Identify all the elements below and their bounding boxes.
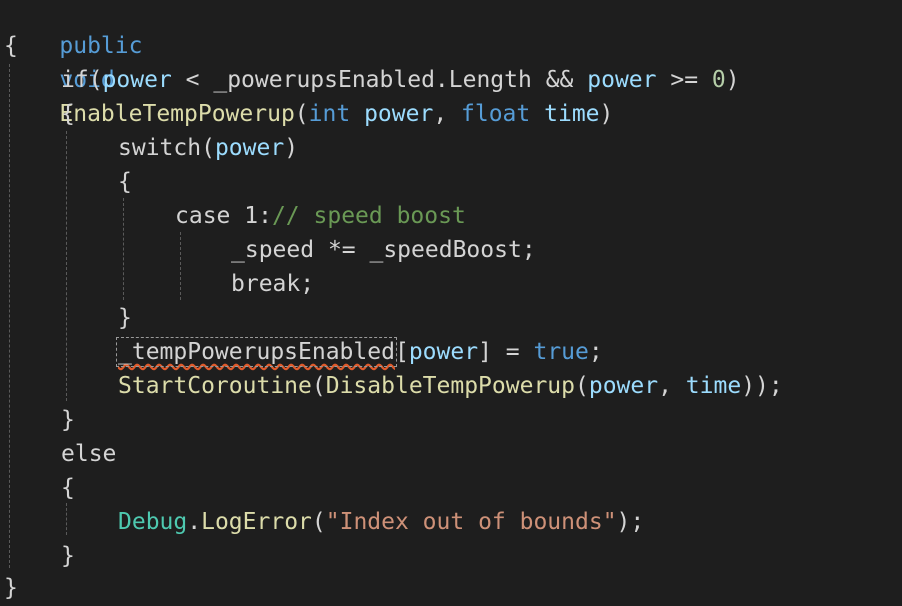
keyword: break: [231, 271, 301, 297]
brace: }: [61, 543, 75, 569]
operator: >=: [656, 67, 712, 93]
variable: _speed: [231, 237, 315, 263]
keyword: public: [59, 33, 143, 59]
code-line-11[interactable]: _tempPowerupsEnabled[power] = true;: [116, 335, 603, 369]
method-call: DisableTempPowerup: [325, 373, 575, 399]
variable: power: [588, 373, 659, 399]
code-line-7[interactable]: case 1:// speed boost: [175, 199, 466, 233]
code-line-16[interactable]: Debug.LogError("Index out of bounds");: [118, 505, 644, 539]
variable: power: [214, 135, 285, 161]
indent-guide: [66, 131, 67, 401]
number-literal: 1: [230, 203, 259, 229]
comment: // speed boost: [271, 203, 466, 229]
code-line-10[interactable]: }: [118, 301, 132, 335]
operator: *=: [314, 237, 370, 263]
indent-guide: [66, 503, 67, 535]
punctuation: ): [284, 135, 299, 161]
operator: =: [491, 339, 534, 365]
code-line-1[interactable]: public void EnableTempPowerup(int power,…: [4, 0, 613, 127]
punctuation: .: [187, 509, 202, 535]
indent-guide: [180, 232, 181, 300]
method-name: EnableTempPowerup: [59, 101, 295, 127]
brace: {: [118, 169, 132, 195]
operator: &&: [531, 67, 588, 93]
brace: }: [4, 575, 18, 601]
method-signature: EnableTempPowerup(int power, float time): [59, 101, 613, 127]
punctuation: ,: [433, 101, 462, 127]
type-name: Debug: [118, 509, 188, 535]
code-line-3[interactable]: if(power < _powerupsEnabled.Length && po…: [61, 63, 740, 97]
code-editor[interactable]: public void EnableTempPowerup(int power,…: [0, 0, 902, 606]
punctuation: (: [294, 101, 309, 127]
code-line-8[interactable]: _speed *= _speedBoost;: [231, 233, 536, 267]
operator: <: [171, 67, 214, 93]
brace: {: [4, 33, 18, 59]
code-line-9[interactable]: break;: [231, 267, 314, 301]
member-access: _powerupsEnabled.Length: [213, 67, 532, 93]
variable: time: [685, 373, 742, 399]
keyword: else: [61, 441, 117, 467]
brace: {: [61, 475, 75, 501]
code-line-14[interactable]: else: [61, 437, 116, 471]
punctuation: :: [258, 203, 272, 229]
variable: _speedBoost: [369, 237, 522, 263]
code-line-2[interactable]: {: [4, 29, 18, 63]
indent-guide: [123, 198, 124, 300]
code-line-17[interactable]: }: [61, 539, 75, 573]
keyword: float: [461, 101, 531, 127]
code-line-5[interactable]: switch(power): [118, 131, 298, 165]
punctuation: ): [725, 67, 740, 93]
code-line-15[interactable]: {: [61, 471, 75, 505]
brace: {: [61, 101, 75, 127]
code-line-12[interactable]: StartCoroutine(DisableTempPowerup(power,…: [118, 369, 783, 403]
error-token[interactable]: _tempPowerupsEnabled: [116, 337, 397, 367]
punctuation: ,: [658, 373, 686, 399]
parameter: power: [364, 101, 434, 127]
variable: power: [408, 339, 479, 365]
punctuation: );: [616, 509, 645, 535]
method-call: LogError: [201, 509, 312, 535]
keyword: switch: [118, 135, 202, 161]
punctuation: ;: [521, 237, 536, 263]
code-line-18[interactable]: }: [4, 571, 18, 605]
keyword: if: [61, 67, 89, 93]
code-line-4[interactable]: {: [61, 97, 75, 131]
punctuation: ));: [741, 373, 783, 399]
punctuation: (: [201, 135, 215, 161]
parameter: time: [544, 101, 600, 127]
code-line-13[interactable]: }: [61, 403, 75, 437]
punctuation: ]: [478, 339, 492, 365]
brace: }: [61, 407, 75, 433]
keyword: case: [175, 203, 231, 229]
punctuation: ): [599, 101, 614, 127]
punctuation: (: [574, 373, 589, 399]
keyword: true: [533, 339, 589, 365]
punctuation: ;: [588, 339, 603, 365]
punctuation: [: [394, 339, 409, 365]
punctuation: (: [88, 67, 103, 93]
variable: power: [587, 67, 657, 93]
punctuation: (: [311, 509, 326, 535]
variable: power: [102, 67, 172, 93]
keyword: int: [308, 101, 351, 127]
string-literal: "Index out of bounds": [325, 509, 617, 535]
brace: }: [118, 305, 132, 331]
method-call: StartCoroutine: [118, 373, 312, 399]
punctuation: ;: [300, 271, 315, 297]
punctuation: (: [311, 373, 326, 399]
number-literal: 0: [711, 67, 726, 93]
code-line-6[interactable]: {: [118, 165, 132, 199]
